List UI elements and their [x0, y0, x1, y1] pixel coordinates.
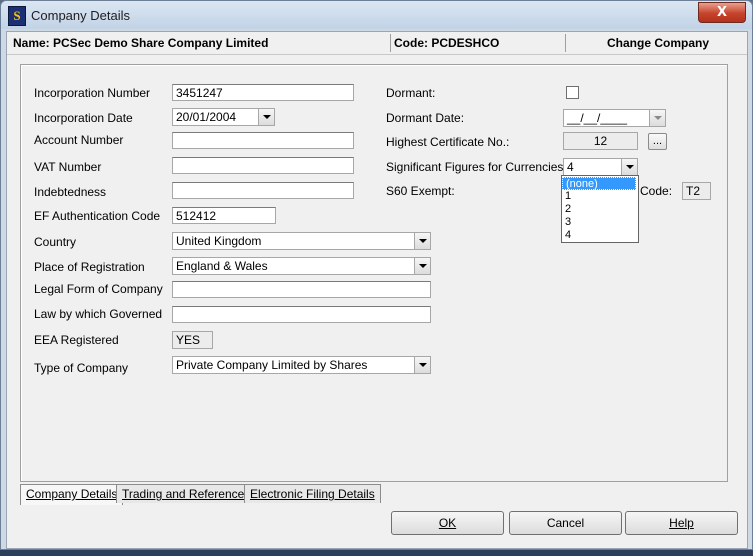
cancel-button-label: Cancel — [546, 516, 585, 530]
highest-certificate-label: Highest Certificate No.: — [386, 135, 510, 149]
highest-certificate-value: 12 — [563, 132, 638, 150]
dropdown-option-1[interactable]: 1 — [562, 190, 636, 203]
type-of-company-label: Type of Company — [34, 361, 129, 375]
place-of-registration-value: England & Wales — [176, 259, 268, 273]
account-number-field[interactable] — [172, 132, 354, 149]
chevron-down-icon[interactable] — [414, 258, 430, 274]
help-button[interactable]: Help — [625, 511, 738, 535]
tab-electronic-filing-details[interactable]: Electronic Filing Details — [244, 484, 381, 503]
dropdown-option-3[interactable]: 3 — [562, 216, 636, 229]
incorporation-date-label: Incorporation Date — [34, 111, 133, 125]
code-value: T2 — [682, 182, 711, 200]
dormant-date-value: __/__/____ — [567, 111, 628, 125]
place-of-registration-label: Place of Registration — [34, 260, 145, 274]
indebtedness-field[interactable] — [172, 182, 354, 199]
legal-form-field[interactable] — [172, 281, 431, 298]
browse-certificate-button[interactable]: ... — [648, 133, 667, 150]
close-button[interactable]: X — [698, 2, 746, 23]
cancel-button[interactable]: Cancel — [509, 511, 622, 535]
type-of-company-value: Private Company Limited by Shares — [176, 358, 368, 372]
company-name-label: Name: PCSec Demo Share Company Limited — [13, 36, 269, 50]
info-divider — [390, 34, 391, 52]
company-details-window: S Company Details X Name: PCSec Demo Sha… — [0, 0, 753, 550]
sig-figures-select[interactable]: 4 — [563, 158, 638, 176]
place-of-registration-select[interactable]: England & Wales — [172, 257, 431, 275]
incorporation-number-field[interactable]: 3451247 — [172, 84, 354, 101]
dormant-date-picker[interactable]: __/__/____ — [563, 109, 666, 127]
ok-button[interactable]: OK — [391, 511, 504, 535]
chevron-down-icon[interactable] — [649, 110, 665, 126]
ef-authentication-code-field[interactable]: 512412 — [172, 207, 276, 224]
dropdown-option-2[interactable]: 2 — [562, 203, 636, 216]
legal-form-label: Legal Form of Company — [34, 282, 163, 296]
tab-trading-and-references[interactable]: Trading and References — [116, 484, 257, 503]
tab-label: Electronic Filing Details — [250, 487, 375, 501]
eea-registered-label: EEA Registered — [34, 333, 119, 347]
change-company-button[interactable]: Change Company — [607, 34, 709, 52]
country-label: Country — [34, 235, 77, 249]
dormant-label: Dormant: — [386, 86, 436, 100]
dormant-date-label: Dormant Date: — [386, 111, 465, 125]
type-of-company-select[interactable]: Private Company Limited by Shares — [172, 356, 431, 374]
incorporation-date-value: 20/01/2004 — [176, 110, 237, 124]
info-divider — [565, 34, 566, 52]
tab-company-details[interactable]: Company Details — [20, 484, 124, 505]
ok-button-label: OK — [438, 516, 457, 530]
chevron-down-icon[interactable] — [414, 357, 430, 373]
indebtedness-label: Indebtedness — [34, 185, 107, 199]
incorporation-date-picker[interactable]: 20/01/2004 — [172, 108, 275, 126]
s60-exempt-label: S60 Exempt: — [386, 184, 455, 198]
incorporation-number-label: Incorporation Number — [34, 86, 151, 100]
sig-figures-value: 4 — [567, 160, 574, 174]
help-button-label: Help — [669, 516, 694, 530]
tab-label: Trading and References — [122, 487, 251, 501]
vat-number-label: VAT Number — [34, 160, 102, 174]
country-select[interactable]: United Kingdom — [172, 232, 431, 250]
country-value: United Kingdom — [176, 234, 262, 248]
sig-figures-dropdown-list: (none) 1 2 3 4 — [561, 175, 639, 243]
tab-label: Company Details — [26, 487, 118, 501]
dropdown-option-4[interactable]: 4 — [562, 229, 636, 242]
app-logo-icon: S — [8, 6, 26, 26]
law-governed-field[interactable] — [172, 306, 431, 323]
chevron-down-icon[interactable] — [414, 233, 430, 249]
code-label: Code: — [640, 184, 673, 198]
window-title: Company Details — [31, 8, 130, 23]
company-details-panel: Incorporation Number 3451247 Incorporati… — [20, 64, 728, 482]
chevron-down-icon[interactable] — [258, 109, 274, 125]
law-governed-label: Law by which Governed — [34, 307, 163, 321]
company-info-bar: Name: PCSec Demo Share Company Limited C… — [7, 32, 747, 55]
title-bar: S Company Details X — [1, 1, 752, 29]
eea-registered-value: YES — [172, 331, 213, 349]
dialog-body: Name: PCSec Demo Share Company Limited C… — [6, 31, 748, 549]
account-number-label: Account Number — [34, 133, 124, 147]
chevron-down-icon[interactable] — [621, 159, 637, 175]
company-code-label: Code: PCDESHCO — [394, 36, 500, 50]
vat-number-field[interactable] — [172, 157, 354, 174]
ef-authentication-code-label: EF Authentication Code — [34, 209, 161, 223]
sig-figures-label: Significant Figures for Currencies: — [386, 160, 567, 174]
dropdown-option-none[interactable]: (none) — [562, 177, 636, 190]
dormant-checkbox[interactable] — [566, 86, 579, 99]
